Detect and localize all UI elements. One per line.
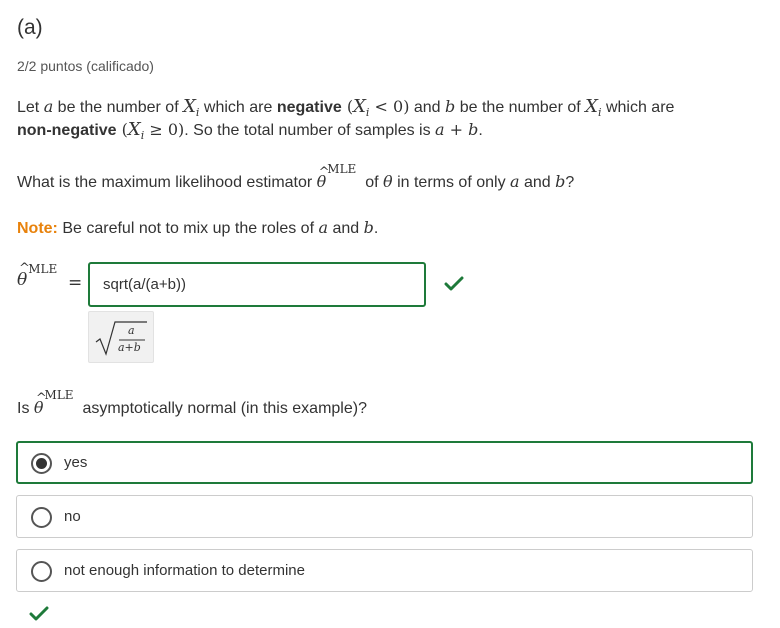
question-mle: What is the maximum likelihood estimator… xyxy=(17,162,575,191)
answer-lhs: ^ θMLE xyxy=(17,261,58,290)
option-label: not enough information to determine xyxy=(64,562,305,579)
answer-input[interactable] xyxy=(88,262,426,307)
question-asymptotic: Is ^ θMLE asymptotically normal (in this … xyxy=(17,388,367,417)
check-icon xyxy=(29,606,49,621)
check-icon xyxy=(444,276,464,291)
note-label: Note: xyxy=(17,220,58,237)
math-preview: a a+b xyxy=(88,311,154,363)
preview-numerator: a xyxy=(128,324,135,337)
radio-selected-icon[interactable] xyxy=(31,453,52,474)
part-label: (a) xyxy=(17,16,43,39)
radio-icon[interactable] xyxy=(31,561,52,582)
option-yes[interactable]: yes xyxy=(16,441,753,484)
theta-hat-symbol: ^ θ xyxy=(316,165,330,191)
equals-sign: = xyxy=(68,273,83,293)
theta-hat-symbol: ^ θ xyxy=(33,391,47,417)
non-negative-emphasis: non-negative xyxy=(17,122,117,139)
theta-hat-symbol: ^ θ xyxy=(17,261,30,290)
points-status: 2/2 puntos (calificado) xyxy=(17,58,154,74)
option-label: no xyxy=(64,508,81,525)
option-not-enough-info[interactable]: not enough information to determine xyxy=(16,549,753,592)
negative-emphasis: negative xyxy=(276,99,342,116)
note: Note: Be careful not to mix up the roles… xyxy=(17,218,379,237)
radio-icon[interactable] xyxy=(31,507,52,528)
option-label: yes xyxy=(64,454,88,471)
preview-denominator: a+b xyxy=(118,341,141,354)
option-no[interactable]: no xyxy=(16,495,753,538)
question-line-2: non-negative (Xi ≥ 0). So the total numb… xyxy=(17,119,483,143)
